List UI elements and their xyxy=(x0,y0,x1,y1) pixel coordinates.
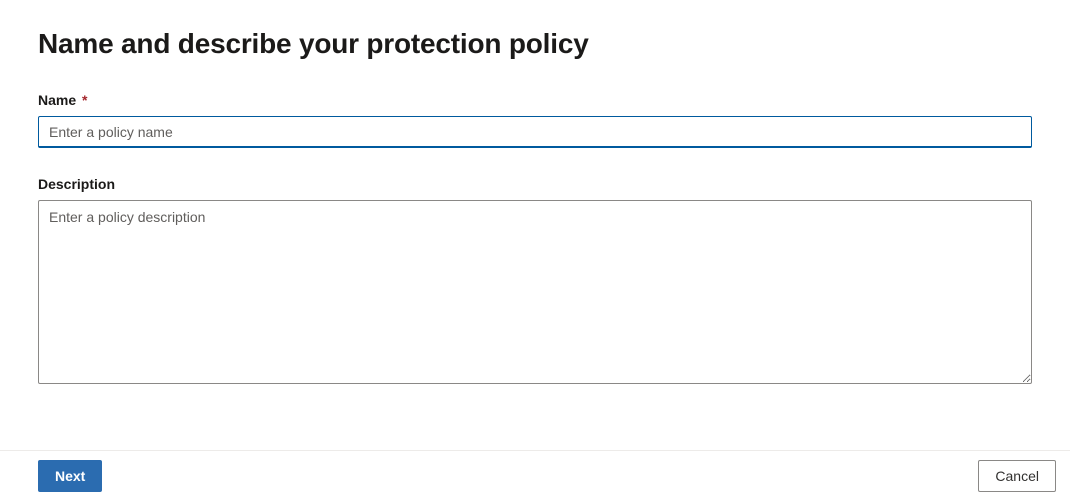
description-label: Description xyxy=(38,176,1032,192)
wizard-footer: Next Cancel xyxy=(0,450,1070,500)
name-label: Name * xyxy=(38,92,1032,108)
name-label-text: Name xyxy=(38,92,76,108)
required-indicator: * xyxy=(82,92,87,108)
policy-name-input[interactable] xyxy=(38,116,1032,148)
name-field: Name * xyxy=(38,92,1032,148)
form-content: Name and describe your protection policy… xyxy=(0,0,1070,389)
page-title: Name and describe your protection policy xyxy=(38,28,1032,60)
policy-description-input[interactable] xyxy=(38,200,1032,384)
next-button[interactable]: Next xyxy=(38,460,102,492)
cancel-button[interactable]: Cancel xyxy=(978,460,1056,492)
description-field: Description xyxy=(38,176,1032,389)
